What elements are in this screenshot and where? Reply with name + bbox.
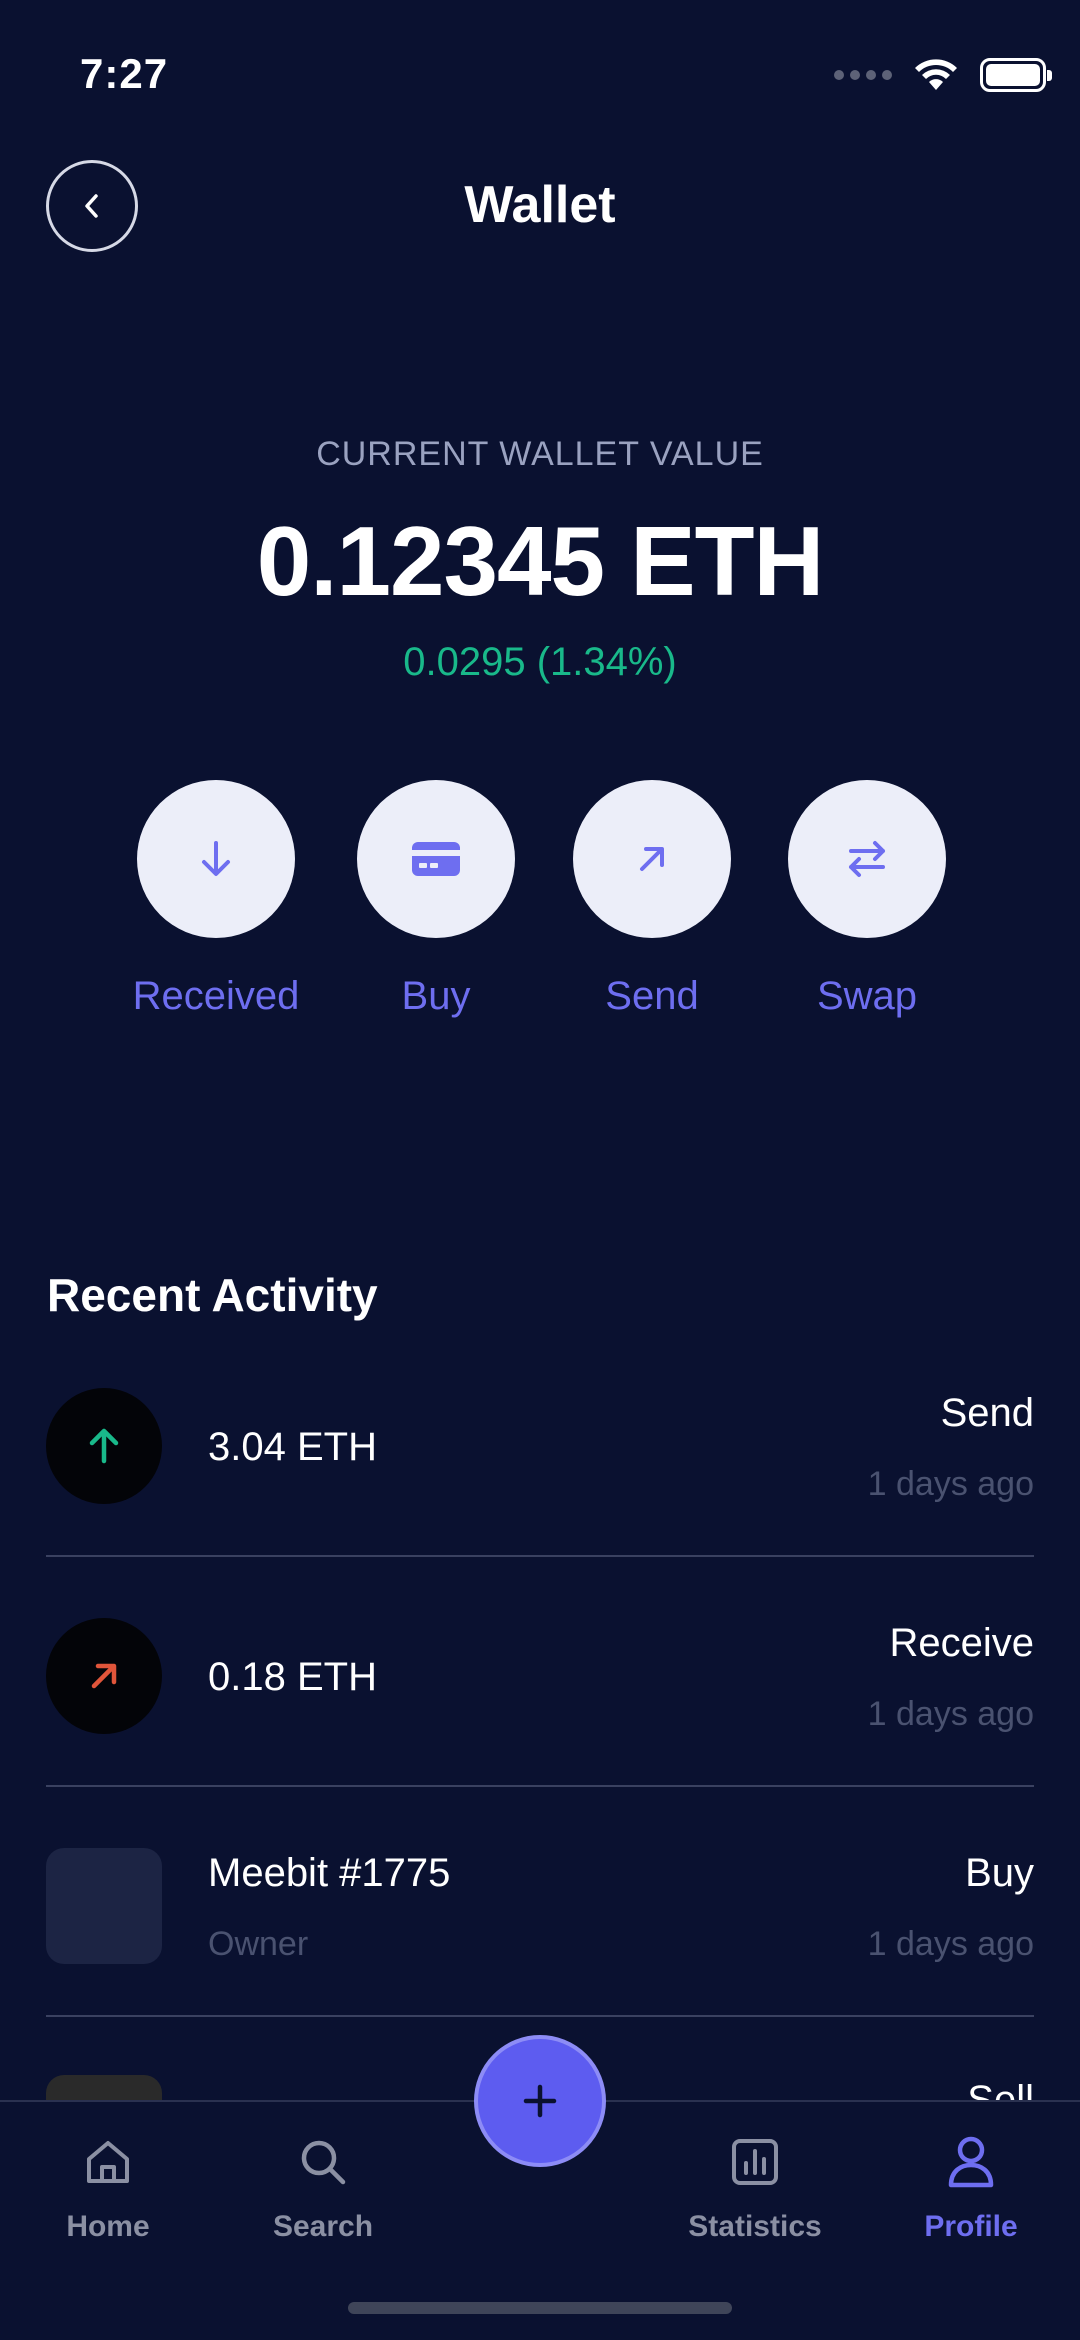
signal-icon [834,70,892,80]
activity-amount: 0.18 ETH [208,1655,377,1699]
received-button[interactable]: Received [116,780,316,1019]
recent-activity-title: Recent Activity [47,1269,378,1321]
activity-item[interactable]: Meebit #1775 Owner Buy 1 days ago [46,1787,1034,2017]
nav-profile-label: Profile [924,2210,1018,2243]
nft-thumbnail [46,1848,162,1964]
activity-amount: 3.04 ETH [208,1425,377,1469]
nav-search-label: Search [272,2210,374,2243]
battery-icon [980,58,1052,92]
nav-home-label: Home [66,2210,150,2243]
activity-type: Send [940,1391,1034,1435]
arrow-up-right-icon [91,1663,117,1689]
buy-label: Buy [401,974,471,1018]
balance-value: 0.12345 ETH [256,506,824,616]
activity-type: Sell [967,2078,1034,2100]
activity-time: 1 days ago [867,1695,1034,1733]
activity-item[interactable]: 0.18 ETH Receive 1 days ago [46,1557,1034,1787]
activity-time: 1 days ago [867,1465,1034,1503]
balance-change: 0.0295 (1.34%) [403,640,677,684]
arrow-up-icon [89,1428,119,1464]
swap-circle[interactable] [788,780,946,938]
arrow-up-right-icon [640,847,664,871]
chart-icon [732,2139,778,2185]
swap-button[interactable]: Swap [767,780,967,1019]
home-indicator [348,2302,732,2314]
swap-icon [849,841,885,877]
wifi-icon [915,59,957,90]
status-icons [834,58,1052,92]
status-time: 7:27 [80,50,169,97]
add-button[interactable] [474,2035,606,2167]
nav-profile[interactable]: Profile [881,2132,1061,2244]
activity-item[interactable]: 3.04 ETH Send 1 days ago [46,1327,1034,1557]
activity-icon-badge [46,1618,162,1734]
activity-amount: Meebit #1775 [208,1851,451,1895]
arrow-down-icon [202,841,230,876]
activity-type: Receive [889,1621,1034,1665]
swap-label: Swap [816,974,918,1018]
activity-icon-badge [46,1388,162,1504]
send-label: Send [605,974,699,1018]
send-button[interactable]: Send [552,780,752,1019]
home-icon [87,2141,129,2183]
wallet-screen: 7:27 Wallet CURRENT WALLET VALUE 0.12345… [0,0,1080,2340]
balance-label: CURRENT WALLET VALUE [316,435,764,473]
divider [46,2015,1034,2017]
profile-icon [948,2136,994,2188]
page-title: Wallet [464,176,616,234]
nav-search[interactable]: Search [233,2132,413,2244]
nav-statistics[interactable]: Statistics [665,2132,845,2244]
received-label: Received [132,974,300,1018]
buy-circle[interactable] [357,780,515,938]
activity-time: 1 days ago [867,1925,1034,1963]
activity-subtitle: Owner [208,1925,309,1963]
send-circle[interactable] [573,780,731,938]
buy-button[interactable]: Buy [336,780,536,1019]
nav-statistics-label: Statistics [688,2210,822,2243]
received-circle[interactable] [137,780,295,938]
activity-type: Buy [965,1851,1034,1895]
nav-home[interactable]: Home [18,2132,198,2244]
plus-icon [523,2084,557,2118]
credit-card-icon [412,842,460,876]
search-icon [301,2140,346,2185]
